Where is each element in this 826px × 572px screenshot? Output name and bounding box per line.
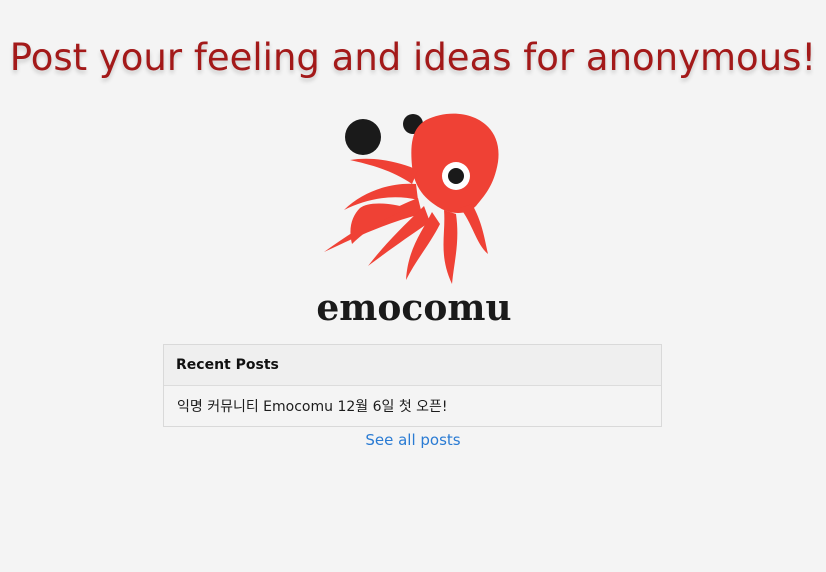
- octopus-icon: emocomu: [316, 113, 512, 326]
- logo-wordmark: emocomu: [316, 287, 511, 326]
- emocomu-logo: emocomu: [308, 104, 520, 326]
- page-title: Post your feeling and ideas for anonymou…: [9, 36, 817, 79]
- recent-posts-heading: Recent Posts: [164, 345, 661, 386]
- bubble-large-icon: [345, 119, 381, 155]
- see-all-posts-link[interactable]: See all posts: [365, 431, 460, 449]
- see-all-posts: See all posts: [0, 429, 826, 451]
- recent-posts-card: Recent Posts 익명 커뮤니티 Emocomu 12월 6일 첫 오픈…: [163, 344, 662, 427]
- recent-post-item[interactable]: 익명 커뮤니티 Emocomu 12월 6일 첫 오픈!: [164, 386, 661, 426]
